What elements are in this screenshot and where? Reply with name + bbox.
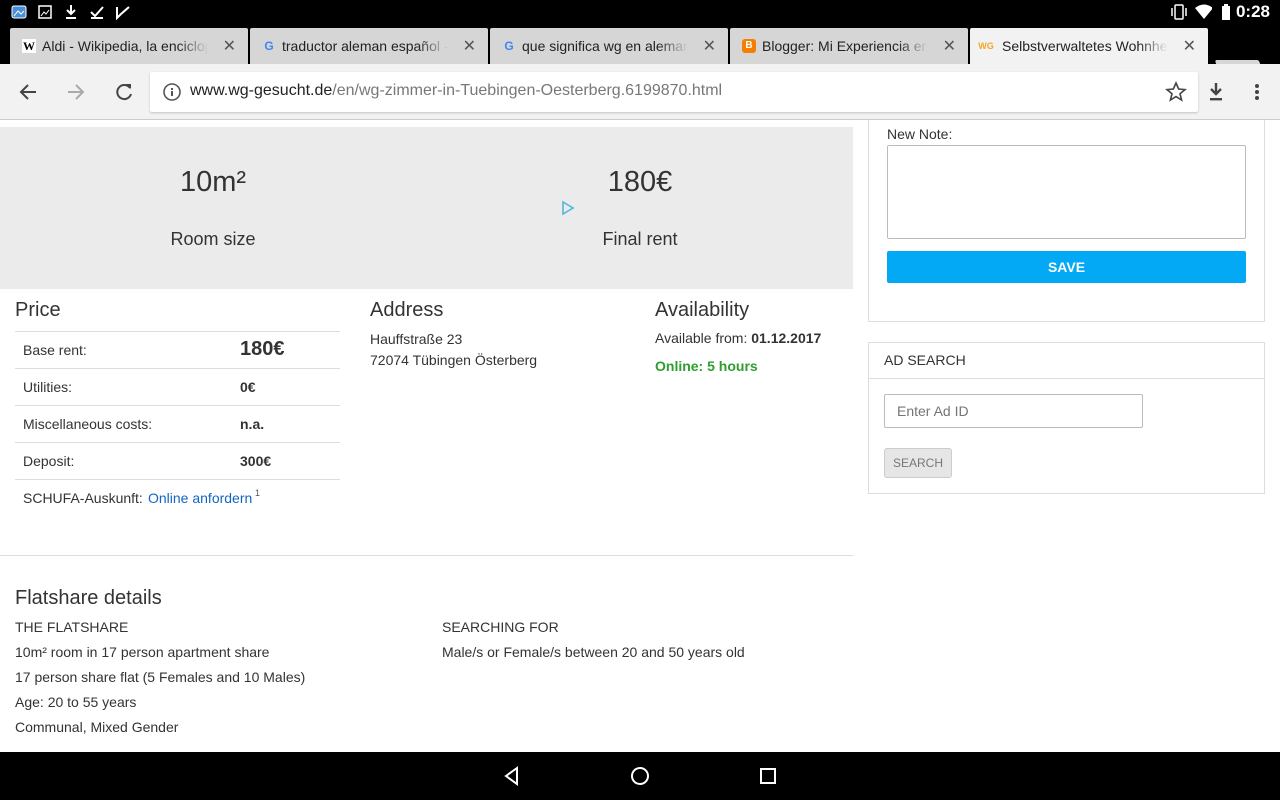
url-path: /en/wg-zimmer-in-Tuebingen-Oesterberg.61…: [332, 82, 723, 99]
check-icon: [88, 3, 106, 21]
google-favicon: G: [504, 39, 514, 53]
price-row-deposit: Deposit: 300€: [15, 442, 340, 479]
info-icon[interactable]: [162, 82, 182, 107]
rent-label: Final rent: [602, 229, 678, 249]
available-from: Available from: 01.12.2017: [655, 330, 821, 346]
status-bar: 0:28: [0, 0, 1280, 24]
footnote-marker: 1: [255, 488, 261, 498]
save-button[interactable]: SAVE: [887, 251, 1246, 283]
address-street: Hauffstraße 23: [370, 331, 463, 347]
room-size-label: Room size: [170, 229, 256, 249]
tab-title: Blogger: Mi Experiencia en Alemania: [762, 38, 928, 54]
check-icon: [114, 3, 132, 21]
price-row-misc: Miscellaneous costs: n.a.: [15, 405, 340, 442]
back-nav-icon[interactable]: [500, 764, 524, 788]
price-label: Utilities:: [23, 379, 73, 395]
home-icon[interactable]: [628, 764, 652, 788]
online-status: Online: 5 hours: [655, 358, 758, 374]
close-icon[interactable]: ✕: [703, 36, 716, 56]
google-favicon: G: [264, 39, 274, 53]
navigation-bar: [0, 752, 1280, 800]
tab-blogger[interactable]: B Blogger: Mi Experiencia en Alemania ✕: [730, 28, 968, 64]
searching-for-text: Male/s or Female/s between 20 and 50 yea…: [442, 644, 745, 660]
available-from-label: Available from:: [655, 330, 748, 346]
close-icon[interactable]: ✕: [463, 36, 476, 56]
tab-aldi[interactable]: W Aldi - Wikipedia, la enciclopedia libr…: [10, 28, 248, 64]
tab-traductor[interactable]: G traductor aleman español - Buscar con …: [250, 28, 488, 64]
price-label: Deposit:: [23, 453, 75, 469]
back-icon[interactable]: [16, 80, 40, 104]
browser-toolbar: www.wg-gesucht.de/en/wg-zimmer-in-Tuebin…: [0, 64, 1280, 120]
recents-icon[interactable]: [756, 764, 780, 788]
price-label: Base rent:: [23, 342, 87, 358]
availability-heading: Availability: [655, 299, 750, 321]
wg-gesucht-favicon: WG: [978, 41, 994, 51]
tab-strip: W Aldi - Wikipedia, la enciclopedia libr…: [0, 24, 1280, 78]
tab-title: Selbstverwaltetes Wohnheim: [1002, 38, 1168, 54]
price-label: Miscellaneous costs:: [23, 416, 153, 432]
flatshare-detail: 17 person share flat (5 Females and 10 M…: [15, 669, 306, 685]
schufa-row: SCHUFA-Auskunft: Online anfordern 1: [15, 479, 340, 516]
price-value: n.a.: [240, 416, 265, 432]
tab-title: traductor aleman español - Buscar con Go…: [282, 38, 448, 54]
key-facts-panel: 10m² Room size 180€ Final rent: [0, 127, 853, 289]
flatshare-heading: Flatshare details: [15, 587, 162, 609]
download-icon[interactable]: [1204, 80, 1228, 104]
price-value: 300€: [240, 453, 272, 469]
tab-title: que significa wg en aleman - Buscar con …: [522, 38, 688, 54]
price-value: 180€: [240, 338, 285, 360]
rent-value: 180€: [607, 166, 673, 198]
page-content: 10m² Room size 180€ Final rent Price Bas…: [0, 120, 1280, 752]
star-icon[interactable]: [1164, 80, 1188, 104]
blogger-favicon: B: [742, 39, 756, 53]
close-icon[interactable]: ✕: [943, 36, 956, 56]
vibrate-icon: [1170, 3, 1188, 21]
address-bar[interactable]: www.wg-gesucht.de/en/wg-zimmer-in-Tuebin…: [150, 72, 1198, 112]
url-text: www.wg-gesucht.de/en/wg-zimmer-in-Tuebin…: [190, 82, 722, 100]
menu-icon[interactable]: [1245, 80, 1269, 104]
adchoices-icon[interactable]: [558, 200, 576, 216]
forward-icon[interactable]: [64, 80, 88, 104]
tab-que-significa[interactable]: G que significa wg en aleman - Buscar co…: [490, 28, 728, 64]
close-icon[interactable]: ✕: [223, 36, 236, 56]
ad-search-panel: AD SEARCH SEARCH: [868, 342, 1265, 494]
room-size-value: 10m²: [179, 166, 247, 198]
image-icon: [10, 3, 28, 21]
note-textarea[interactable]: [887, 145, 1246, 239]
wifi-icon: [1194, 3, 1212, 21]
price-row-base-rent: Base rent: 180€: [15, 331, 340, 368]
searching-for-heading: SEARCHING FOR: [442, 619, 559, 635]
tab-title: Aldi - Wikipedia, la enciclopedia libre: [42, 38, 208, 54]
new-note-label: New Note:: [887, 126, 953, 142]
price-table: Base rent: 180€ Utilities: 0€ Miscellane…: [15, 331, 340, 516]
flatshare-detail: Communal, Mixed Gender: [15, 719, 179, 735]
ad-search-title: AD SEARCH: [884, 352, 966, 368]
schufa-link[interactable]: Online anfordern: [148, 490, 252, 506]
section-divider: [0, 555, 853, 556]
price-row-utilities: Utilities: 0€: [15, 368, 340, 405]
close-icon[interactable]: ✕: [1183, 36, 1196, 56]
photo-icon: [36, 3, 54, 21]
download-icon: [62, 3, 80, 21]
battery-icon: [1217, 3, 1235, 21]
flatshare-detail: 10m² room in 17 person apartment share: [15, 644, 270, 660]
reload-icon[interactable]: [112, 80, 136, 104]
search-button[interactable]: SEARCH: [884, 448, 952, 478]
ad-id-input[interactable]: [884, 394, 1143, 428]
flatshare-detail: Age: 20 to 55 years: [15, 694, 137, 710]
address-city: 72074 Tübingen Österberg: [370, 352, 538, 368]
address-heading: Address: [370, 299, 444, 321]
available-from-date: 01.12.2017: [751, 330, 822, 346]
ad-search-header: AD SEARCH: [869, 343, 1264, 379]
clock: 0:28: [1235, 2, 1270, 21]
the-flatshare-heading: THE FLATSHARE: [15, 619, 129, 635]
url-host: www.wg-gesucht.de: [190, 82, 333, 99]
wikipedia-favicon: W: [22, 39, 36, 53]
tab-wg-gesucht[interactable]: WG Selbstverwaltetes Wohnheim ✕: [970, 28, 1208, 64]
price-heading: Price: [15, 299, 61, 321]
price-value: 0€: [240, 379, 256, 395]
schufa-label: SCHUFA-Auskunft:: [23, 490, 143, 506]
